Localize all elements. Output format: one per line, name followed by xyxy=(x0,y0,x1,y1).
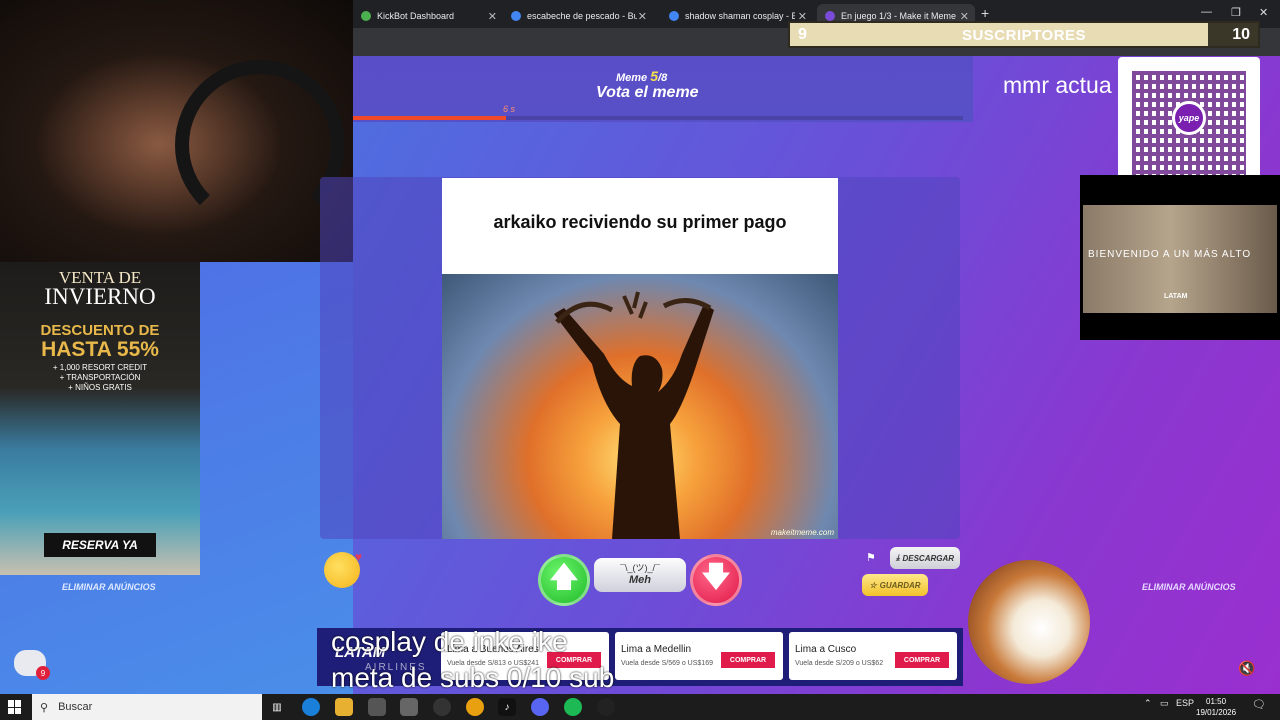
minimize-icon[interactable]: — xyxy=(1201,6,1212,18)
save-button[interactable]: ☆ GUARDAR xyxy=(862,574,928,596)
windows-taskbar: ⚲ Buscar ▥ ♪ ⌃ ▭ ESP 01:50 19/01/2026 🗨 xyxy=(0,694,1280,720)
app-icon[interactable] xyxy=(597,698,615,716)
spotify-icon[interactable] xyxy=(564,698,582,716)
windows-start-icon[interactable] xyxy=(8,700,22,714)
webcam-feed xyxy=(0,0,353,262)
close-icon[interactable]: ✕ xyxy=(488,10,497,23)
chat-bubble-icon[interactable]: 9 xyxy=(14,650,50,680)
subs-goal: 10 xyxy=(1208,23,1258,46)
yape-logo: yape xyxy=(1172,101,1206,135)
tiktok-icon[interactable]: ♪ xyxy=(498,698,516,716)
chrome-icon[interactable] xyxy=(466,698,484,716)
restore-icon[interactable]: ❐ xyxy=(1231,6,1241,19)
offer-card[interactable]: Lima a Medellin Vuela desde S/569 o US$1… xyxy=(615,632,783,680)
buy-button[interactable]: COMPRAR xyxy=(721,652,775,668)
upvote-button[interactable]: 🡅 xyxy=(538,554,590,606)
flag-icon[interactable]: ⚑ xyxy=(866,551,876,564)
reserve-button[interactable]: RESERVA YA xyxy=(44,533,156,557)
resort-ad[interactable]: VENTA DE INVIERNO DESCUENTO DE HASTA 55%… xyxy=(0,262,200,575)
language-indicator[interactable]: ESP xyxy=(1176,698,1194,708)
stream-overlay-line2: meta de subs 0/10 sub xyxy=(331,662,615,693)
chat-badge: 9 xyxy=(36,666,50,680)
app-icon[interactable] xyxy=(400,698,418,716)
search-icon: ⚲ xyxy=(40,701,49,714)
timer-progress-bar xyxy=(353,116,963,120)
network-icon[interactable]: ▭ xyxy=(1160,698,1169,709)
app-icon[interactable] xyxy=(368,698,386,716)
edge-icon[interactable] xyxy=(302,698,320,716)
buy-button[interactable]: COMPRAR xyxy=(895,652,949,668)
timer-label: 6 s xyxy=(503,104,516,114)
silhouette-figure xyxy=(554,291,714,539)
meme-image: makeitmeme.com xyxy=(442,274,838,539)
remove-ads-link-right[interactable]: ELIMINAR ANÚNCIOS xyxy=(1142,582,1236,592)
close-icon[interactable]: ✕ xyxy=(638,10,647,23)
discord-icon[interactable] xyxy=(531,698,549,716)
taskbar-search-input[interactable]: ⚲ Buscar xyxy=(32,694,262,720)
meme-caption: arkaiko reciviendo su primer pago xyxy=(493,212,787,232)
close-window-icon[interactable]: ✕ xyxy=(1259,6,1268,19)
taskbar-clock[interactable]: 01:50 19/01/2026 xyxy=(1196,696,1236,718)
task-view-icon[interactable]: ▥ xyxy=(268,698,286,716)
download-button[interactable]: ⤓ DESCARGAR xyxy=(890,547,960,569)
google-icon xyxy=(511,11,521,21)
notification-icon[interactable]: 🗨 xyxy=(1252,698,1266,711)
subscriber-goal-bar: 9 SUSCRIPTORES 10 xyxy=(788,21,1260,48)
timer-progress-fill xyxy=(353,116,506,120)
reaction-emoji-button[interactable]: ♥ xyxy=(324,550,362,588)
meme-card: arkaiko reciviendo su primer pago makeit… xyxy=(442,178,838,539)
new-tab-button[interactable]: + xyxy=(981,5,989,21)
page-title: Vota el meme xyxy=(596,84,699,101)
obs-icon[interactable] xyxy=(433,698,451,716)
watermark: makeitmeme.com xyxy=(770,528,834,537)
stream-overlay-line1: cosplay de inke ike xyxy=(331,626,568,657)
makeitmeme-icon xyxy=(825,11,835,21)
star-icon: ☆ xyxy=(869,580,877,590)
tab-escabeche[interactable]: escabeche de pescado - Buscar ✕ xyxy=(503,4,653,28)
offer-card[interactable]: Lima a Cusco Vuela desde S/209 o US$62 C… xyxy=(789,632,957,680)
latam-video-ad[interactable]: BIENVENIDO A UN MÁS ALTO LATAM xyxy=(1080,175,1280,340)
heart-icon: ♥ xyxy=(354,550,362,564)
subs-title: SUSCRIPTORES xyxy=(961,27,1087,44)
meme-counter: Meme 5/8 xyxy=(616,68,668,84)
chevron-up-icon[interactable]: ⌃ xyxy=(1144,698,1152,709)
folder-icon[interactable] xyxy=(335,698,353,716)
download-icon: ⤓ xyxy=(895,553,900,562)
google-icon xyxy=(669,11,679,21)
meh-button[interactable]: ¯\_(ツ)_/¯ Meh xyxy=(594,558,686,592)
downvote-button[interactable]: 🡇 xyxy=(690,554,742,606)
guinea-pig-image xyxy=(968,560,1090,684)
remove-ads-link-left[interactable]: ELIMINAR ANÚNCIOS xyxy=(62,582,156,592)
mute-icon[interactable]: 🔇 xyxy=(1238,660,1255,677)
mmr-overlay-text: mmr actua xyxy=(1003,72,1112,98)
tab-kickbot[interactable]: KickBot Dashboard ✕ xyxy=(353,4,503,28)
kickbot-icon xyxy=(361,11,371,21)
